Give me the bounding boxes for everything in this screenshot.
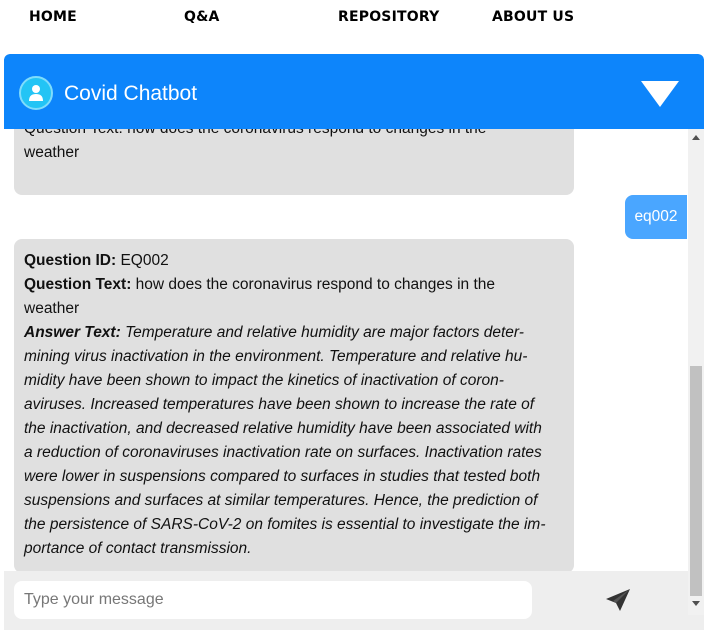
answer-line: mining virus inactivation in the environ… — [24, 348, 528, 365]
question-id-value: EQ002 — [120, 252, 169, 269]
answer-line: were lower in suspensions compared to su… — [24, 468, 541, 485]
top-navigation: HOME Q&A REPOSITORY ABOUT US — [0, 0, 712, 36]
chat-title: Covid Chatbot — [64, 82, 198, 105]
previous-message-last-line: weather — [24, 144, 80, 161]
user-icon — [19, 76, 53, 110]
nav-about-link[interactable]: ABOUT US — [492, 9, 574, 25]
answer-line: aviruses. Increased temperatures have be… — [24, 396, 535, 413]
nav-qa-link[interactable]: Q&A — [184, 9, 220, 25]
answer-text-row: Answer Text: Temperature and relative hu… — [24, 321, 564, 345]
answer-text-label: Answer Text: — [24, 324, 121, 341]
answer-line: a reduction of coronaviruses inactivatio… — [24, 444, 542, 461]
scrollbar-thumb[interactable] — [690, 366, 702, 596]
bot-message-previous: Question Text: how does the coronavirus … — [14, 129, 574, 195]
question-id-row: Question ID: EQ002 — [24, 249, 564, 273]
triangle-down-icon[interactable] — [640, 80, 680, 108]
send-button[interactable] — [600, 585, 634, 615]
answer-line: the inactivation, and decreased relative… — [24, 420, 542, 437]
scroll-down-arrow-icon[interactable] — [692, 601, 700, 606]
answer-line: portance of contact transmission. — [24, 540, 252, 557]
question-text-value: how does the coronavirus respond to chan… — [135, 276, 495, 293]
nav-repository-link[interactable]: REPOSITORY — [338, 9, 439, 25]
scroll-up-arrow-icon[interactable] — [692, 135, 700, 140]
chat-widget: Covid Chatbot Question Text: how does th… — [4, 54, 704, 630]
answer-line: Temperature and relative humidity are ma… — [125, 324, 524, 341]
bot-message: Question ID: EQ002 Question Text: how do… — [14, 239, 574, 571]
question-id-label: Question ID: — [24, 252, 117, 269]
answer-line: suspensions and surfaces at similar temp… — [24, 492, 538, 509]
question-text-row: Question Text: how does the coronavirus … — [24, 273, 564, 297]
paper-plane-icon — [606, 589, 630, 611]
message-input[interactable] — [14, 581, 532, 619]
answer-line: midity have been shown to impact the kin… — [24, 372, 504, 389]
message-scrollbar[interactable] — [688, 129, 704, 615]
question-text-continued: weather — [24, 300, 80, 317]
user-message: eq002 — [625, 195, 687, 239]
message-input-bar — [4, 571, 688, 630]
chat-header: Covid Chatbot — [4, 54, 704, 129]
previous-message-partial-line: Question Text: how does the coronavirus … — [24, 129, 564, 141]
answer-line: the persistence of SARS-CoV-2 on fomites… — [24, 516, 546, 533]
nav-home-link[interactable]: HOME — [29, 9, 77, 25]
question-text-label: Question Text: — [24, 276, 132, 293]
message-list: Question Text: how does the coronavirus … — [4, 129, 688, 571]
